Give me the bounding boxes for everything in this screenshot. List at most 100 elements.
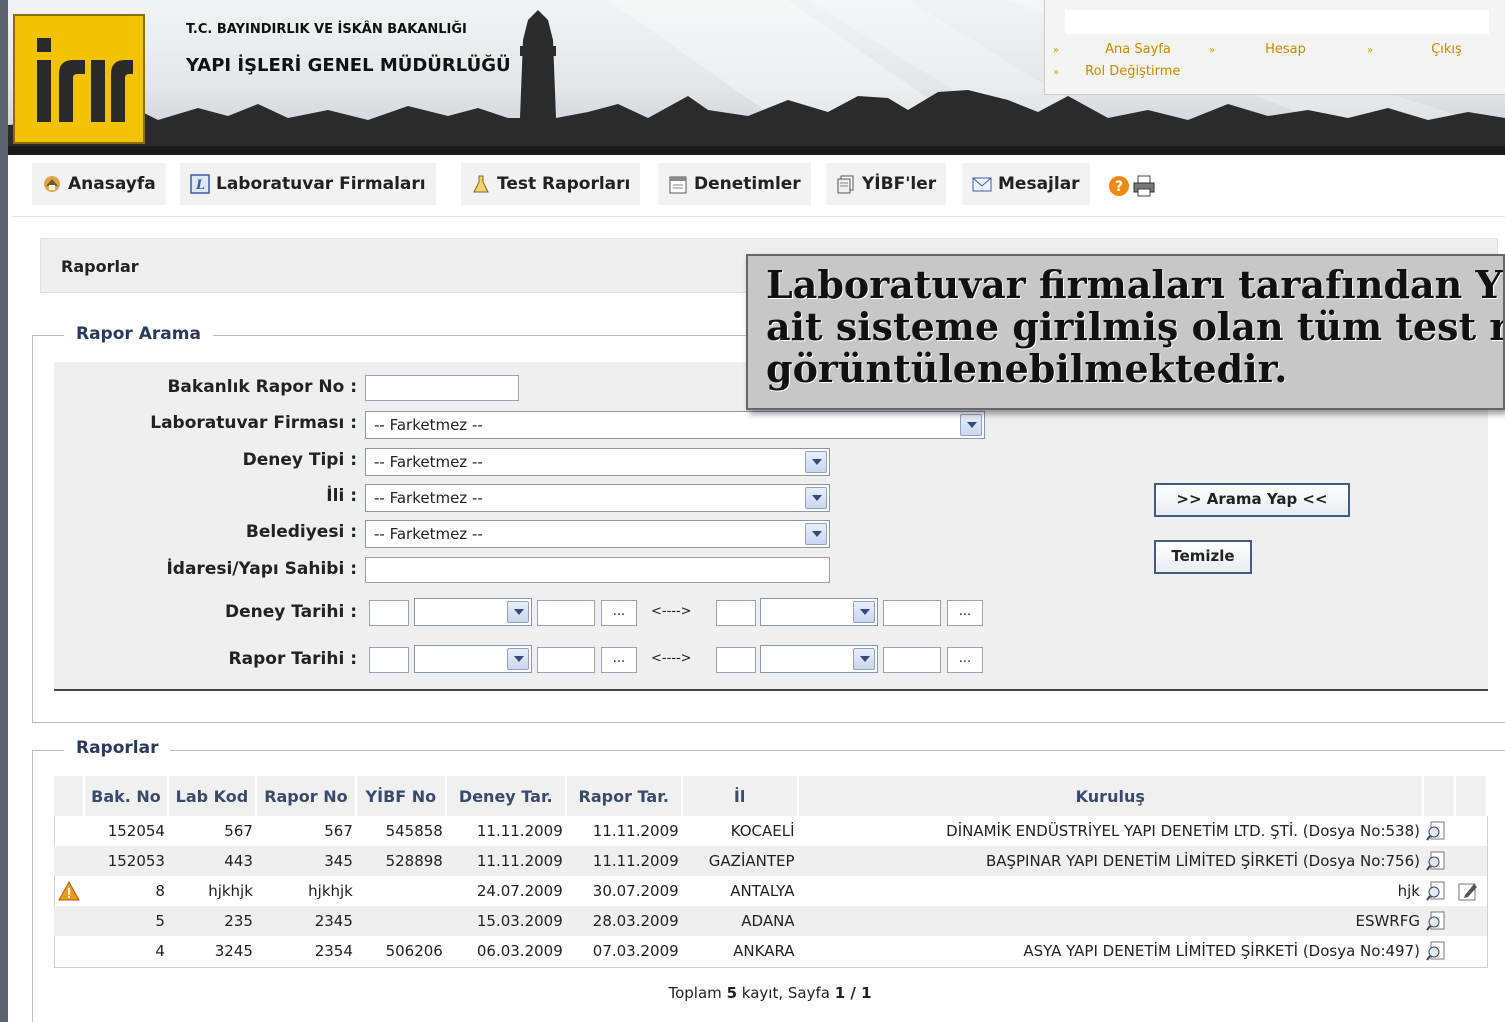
- magnifier-document-icon[interactable]: [1426, 881, 1446, 901]
- page-title: Raporlar: [61, 257, 139, 276]
- cell-kurulus: BAŞPINAR YAPI DENETİM LİMİTED ŞİRKETİ (D…: [797, 846, 1423, 876]
- column-header-bak-no[interactable]: Bak. No: [83, 776, 169, 816]
- report-date-to-picker-button[interactable]: ...: [947, 647, 983, 673]
- cell-view: [1423, 936, 1455, 966]
- chevron-down-icon[interactable]: [805, 487, 827, 509]
- top-link-account[interactable]: » Hesap: [1209, 42, 1306, 57]
- chevron-down-icon[interactable]: [507, 648, 529, 670]
- magnifier-document-icon[interactable]: [1426, 911, 1446, 931]
- column-header-kurulus[interactable]: Kuruluş: [797, 776, 1424, 816]
- edit-pencil-icon[interactable]: [1458, 881, 1478, 901]
- magnifier-document-icon[interactable]: [1426, 941, 1446, 961]
- info-callout-line-1: Laboratuvar firmaları tarafından Y: [766, 262, 1503, 307]
- column-header-deney-tar[interactable]: Deney Tar.: [445, 776, 567, 816]
- top-search-input[interactable]: [1065, 10, 1489, 34]
- pagination-summary: Toplam 5 kayıt, Sayfa 1 / 1: [0, 984, 1505, 1002]
- print-icon[interactable]: [1132, 175, 1156, 197]
- test-date-from-day[interactable]: [369, 600, 409, 626]
- owner-input[interactable]: [365, 557, 830, 583]
- cell-deney-tar: 24.07.2009: [476, 882, 563, 900]
- cell-kurulus: DİNAMİK ENDÜSTRİYEL YAPI DENETİM LTD. ŞT…: [946, 822, 1420, 840]
- test-date-to-day[interactable]: [716, 600, 756, 626]
- magnifier-document-icon[interactable]: [1426, 821, 1446, 841]
- chevron-down-icon[interactable]: [960, 414, 982, 436]
- test-date-to-month[interactable]: [760, 598, 878, 626]
- test-date-to-year[interactable]: [883, 600, 941, 626]
- chevron-down-icon[interactable]: [853, 601, 875, 623]
- table-row[interactable]: 152054 567 567 545858 11.11.2009 11.11.2…: [54, 816, 1487, 846]
- search-button[interactable]: >> Arama Yap <<: [1154, 483, 1350, 517]
- cell-kurulus: ESWRFG: [797, 906, 1423, 936]
- report-no-input[interactable]: [365, 375, 519, 401]
- chevron-down-icon[interactable]: [853, 648, 875, 670]
- column-header-yibf-no[interactable]: YİBF No: [355, 776, 447, 816]
- column-header-rapor-no[interactable]: Rapor No: [255, 776, 357, 816]
- cell-deney-tar: 11.11.2009: [476, 822, 563, 840]
- cell-deney-tar: 06.03.2009: [476, 942, 563, 960]
- nav-messages-label: Mesajlar: [998, 174, 1080, 194]
- test-date-from-year[interactable]: [537, 600, 595, 626]
- city-select[interactable]: -- Farketmez --: [365, 484, 830, 512]
- report-date-to-day[interactable]: [716, 647, 756, 673]
- test-type-label: Deney Tipi :: [242, 450, 357, 470]
- table-row[interactable]: 152053 443 345 528898 11.11.2009 11.11.2…: [54, 846, 1487, 876]
- reports-legend: Raporlar: [64, 738, 171, 758]
- cell-rapor-no: 345: [255, 846, 356, 876]
- column-header-lab-kod[interactable]: Lab Kod: [167, 776, 257, 816]
- cell-yibf-no: 545858: [385, 822, 443, 840]
- lab-firm-select[interactable]: -- Farketmez --: [365, 411, 985, 439]
- test-date-from-picker-button[interactable]: ...: [601, 600, 637, 626]
- cell-lab-kod: hjkhjk: [208, 882, 253, 900]
- municipality-label: Belediyesi :: [245, 522, 357, 542]
- warning-icon: [58, 881, 80, 901]
- table-row[interactable]: 5 235 2345 15.03.2009 28.03.2009 ADANA E…: [54, 906, 1487, 936]
- magnifier-document-icon[interactable]: [1426, 851, 1446, 871]
- cell-il: ADANA: [681, 906, 798, 936]
- report-date-from-month[interactable]: [414, 645, 532, 673]
- owner-label: İdaresi/Yapı Sahibi :: [166, 559, 357, 579]
- test-type-select[interactable]: -- Farketmez --: [365, 448, 830, 476]
- nav-yibf[interactable]: YİBF'ler: [826, 163, 947, 205]
- table-row[interactable]: 8 hjkhjk hjkhjk 24.07.2009 30.07.2009 AN…: [54, 876, 1487, 906]
- column-header-status: [54, 776, 85, 816]
- clear-button[interactable]: Temizle: [1154, 540, 1252, 574]
- test-date-to-picker-button[interactable]: ...: [947, 600, 983, 626]
- column-header-rapor-tar[interactable]: Rapor Tar.: [565, 776, 683, 816]
- test-date-from-month[interactable]: [414, 598, 532, 626]
- report-date-from-day[interactable]: [369, 647, 409, 673]
- chevron-down-icon[interactable]: [507, 601, 529, 623]
- report-no-label: Bakanlık Rapor No :: [167, 377, 357, 397]
- ministry-logo[interactable]: [13, 14, 145, 144]
- report-date-to-year[interactable]: [883, 647, 941, 673]
- cell-rapor-tar: 11.11.2009: [592, 822, 679, 840]
- cell-rapor-no: 2354: [314, 942, 353, 960]
- table-row[interactable]: 4 3245 2354 506206 06.03.2009 07.03.2009…: [54, 936, 1487, 966]
- report-date-to-month[interactable]: [760, 645, 878, 673]
- cell-view: [1422, 906, 1455, 936]
- top-link-change-role[interactable]: » Rol Değiştirme: [1053, 64, 1180, 79]
- cell-rapor-tar: 07.03.2009: [592, 942, 679, 960]
- chevron-down-icon[interactable]: [805, 451, 827, 473]
- row-status-cell: [54, 876, 84, 906]
- chevron-down-icon[interactable]: [805, 523, 827, 545]
- column-header-il[interactable]: İl: [681, 776, 799, 816]
- municipality-select[interactable]: -- Farketmez --: [365, 520, 830, 548]
- cell-rapor-tar: 30.07.2009: [592, 882, 679, 900]
- double-chevron-icon: »: [1209, 45, 1216, 56]
- flask-icon: [473, 175, 489, 193]
- nav-labs[interactable]: L Laboratuvar Firmaları: [180, 163, 436, 205]
- cell-edit: [1455, 816, 1487, 846]
- cell-rapor-no: 567: [324, 822, 353, 840]
- nav-test-reports[interactable]: Test Raporları: [461, 163, 641, 205]
- report-date-from-year[interactable]: [537, 647, 595, 673]
- top-link-home[interactable]: » Ana Sayfa: [1053, 42, 1171, 57]
- top-link-logout[interactable]: » Çıkış: [1367, 42, 1462, 57]
- nav-home[interactable]: Anasayfa: [32, 163, 166, 205]
- ministry-name: T.C. BAYINDIRLIK VE İSKÂN BAKANLIĞI: [186, 22, 467, 37]
- nav-messages[interactable]: Mesajlar: [962, 163, 1090, 205]
- help-icon[interactable]: ?: [1108, 175, 1130, 197]
- cell-edit: [1455, 936, 1487, 966]
- nav-inspections[interactable]: Denetimler: [658, 163, 811, 205]
- cell-bak-no: 152054: [107, 822, 165, 840]
- report-date-from-picker-button[interactable]: ...: [601, 647, 637, 673]
